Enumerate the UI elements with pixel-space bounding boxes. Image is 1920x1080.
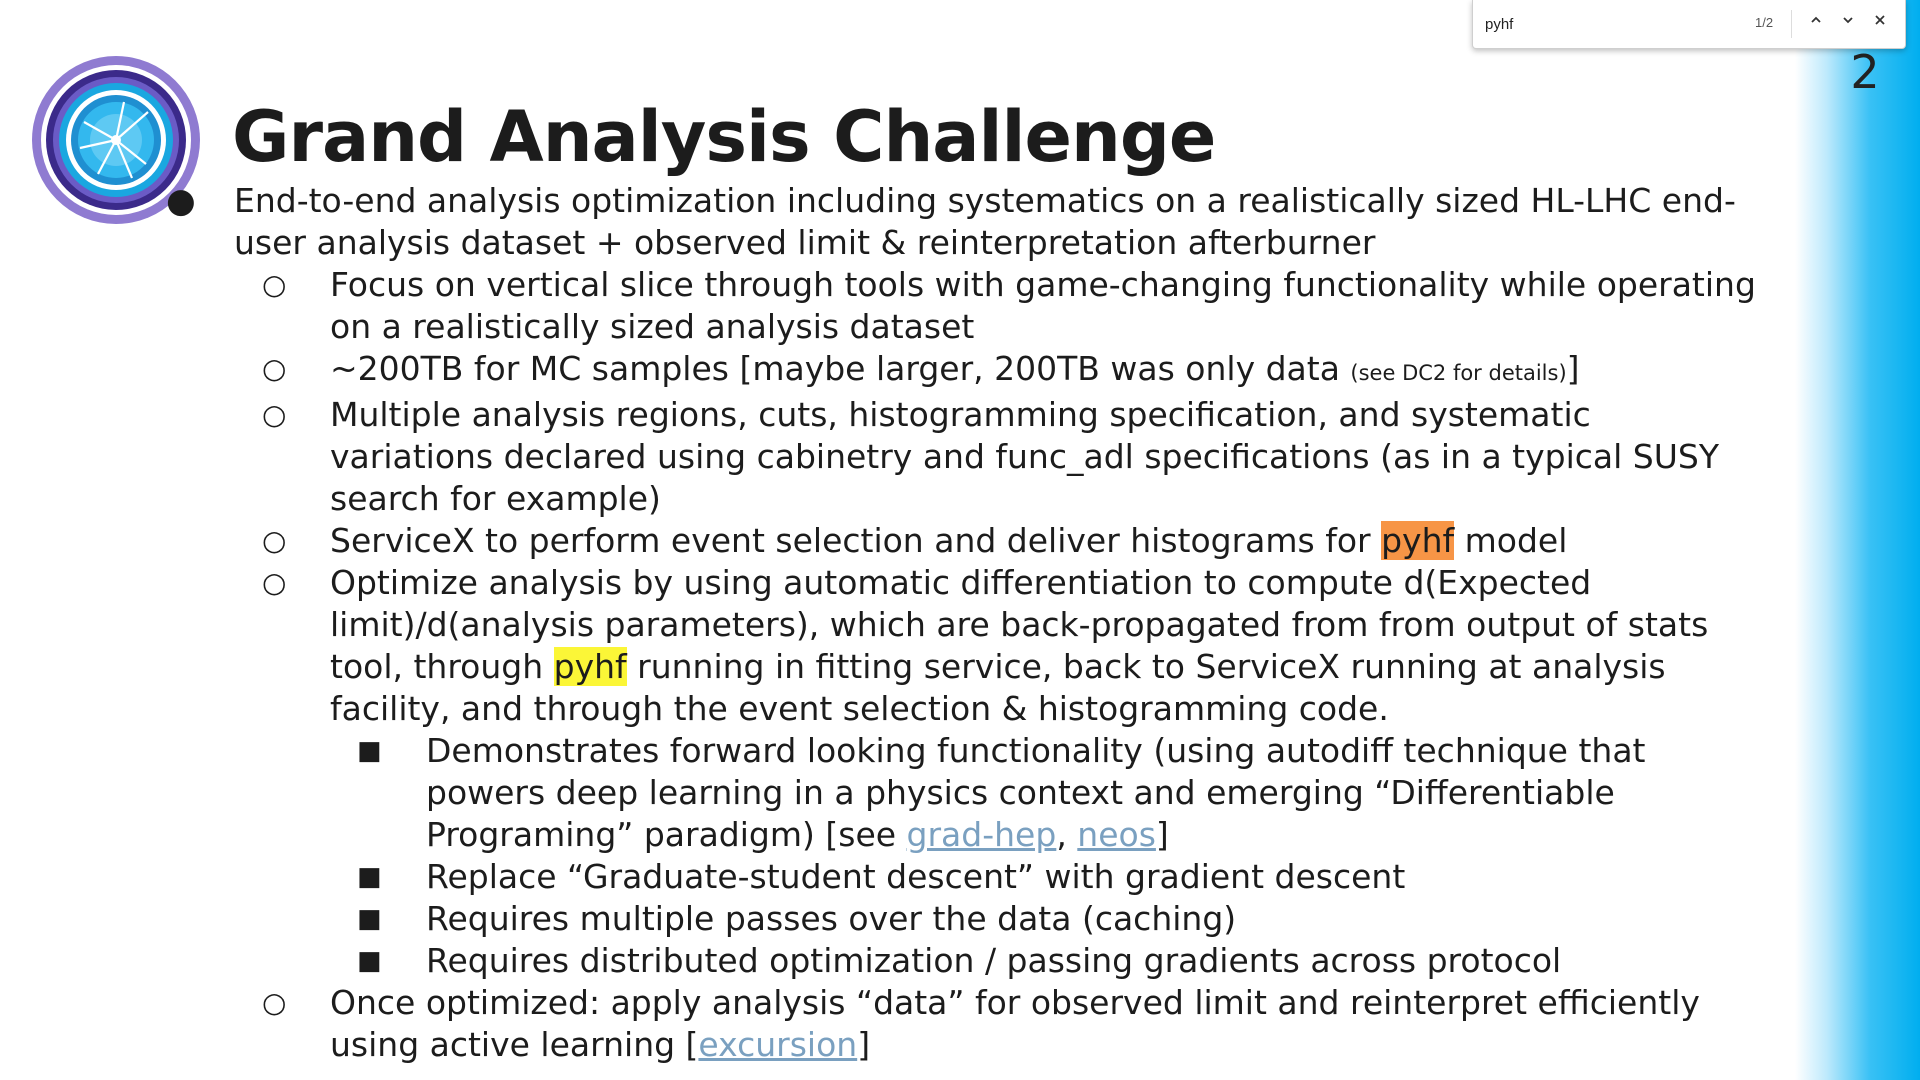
- close-icon[interactable]: [1869, 12, 1891, 34]
- bullet-marker: ●: [166, 181, 196, 221]
- slide-side-gradient: [1795, 0, 1920, 1080]
- bullet-marker: ○: [262, 566, 287, 599]
- sub-sub-bullet: ■ Requires multiple passes over the data…: [0, 898, 1760, 940]
- bullet-marker: ■: [357, 904, 382, 934]
- bullet-marker: ○: [262, 398, 287, 431]
- grad-hep-link[interactable]: grad-hep: [907, 815, 1057, 854]
- find-divider: [1791, 10, 1792, 38]
- bullet-text: End-to-end analysis optimization includi…: [234, 181, 1736, 262]
- bullet-text: ,: [1056, 815, 1078, 854]
- bullet-marker: ■: [357, 946, 382, 976]
- bullet-text-end: ]: [1566, 349, 1580, 388]
- bullet-marker: ■: [357, 736, 382, 766]
- find-bar: 1/2: [1472, 0, 1906, 49]
- sub-bullet: ○ Optimize analysis by using automatic d…: [0, 562, 1760, 730]
- sub-sub-bullet: ■ Replace “Graduate-student descent” wit…: [0, 856, 1760, 898]
- bullet-text: ~200TB for MC samples [maybe larger, 200…: [330, 349, 1351, 388]
- chevron-down-icon[interactable]: [1837, 12, 1859, 34]
- bullet-text: ServiceX to perform event selection and …: [330, 521, 1382, 560]
- excursion-link[interactable]: excursion: [698, 1025, 857, 1064]
- bullet-text-end: ]: [1155, 815, 1169, 854]
- bullet-text: Once optimized: apply analysis “data” fo…: [330, 983, 1700, 1064]
- sub-bullet: ○ Multiple analysis regions, cuts, histo…: [0, 394, 1760, 520]
- bullet-text: Requires distributed optimization / pass…: [426, 941, 1562, 980]
- chevron-up-icon[interactable]: [1805, 12, 1827, 34]
- sub-bullet: ○ ServiceX to perform event selection an…: [0, 520, 1760, 562]
- sub-bullet: ○ Once optimized: apply analysis “data” …: [0, 982, 1760, 1066]
- bullet-text: Requires multiple passes over the data (…: [426, 899, 1237, 938]
- neos-link[interactable]: neos: [1077, 815, 1156, 854]
- bullet-marker: ○: [262, 524, 287, 557]
- slide-title: Grand Analysis Challenge: [232, 96, 1216, 178]
- search-match-current: pyhf: [1381, 521, 1455, 560]
- find-match-count: 1/2: [1755, 15, 1774, 30]
- bullet-text: Replace “Graduate-student descent” with …: [426, 857, 1406, 896]
- find-input[interactable]: [1483, 8, 1687, 40]
- bullet-marker: ■: [357, 862, 382, 892]
- slide-body: ● End-to-end analysis optimization inclu…: [0, 180, 1760, 1066]
- bullet-marker: ○: [262, 352, 287, 385]
- bullet-marker: ○: [262, 986, 287, 1019]
- search-match: pyhf: [553, 647, 627, 686]
- bullet-text: Focus on vertical slice through tools wi…: [330, 265, 1756, 346]
- bullet-text: model: [1454, 521, 1568, 560]
- bullet-text-end: ]: [857, 1025, 871, 1064]
- bullet-note: (see DC2 for details): [1350, 361, 1567, 385]
- bullet-level-0: ● End-to-end analysis optimization inclu…: [0, 180, 1760, 264]
- sub-sub-bullet: ■ Demonstrates forward looking functiona…: [0, 730, 1760, 856]
- sub-bullet: ○ ~200TB for MC samples [maybe larger, 2…: [0, 348, 1760, 394]
- bullet-text: Multiple analysis regions, cuts, histogr…: [330, 395, 1719, 518]
- bullet-marker: ○: [262, 268, 287, 301]
- sub-bullet: ○ Focus on vertical slice through tools …: [0, 264, 1760, 348]
- slide-number: 2: [1850, 45, 1880, 99]
- sub-sub-bullet: ■ Requires distributed optimization / pa…: [0, 940, 1760, 982]
